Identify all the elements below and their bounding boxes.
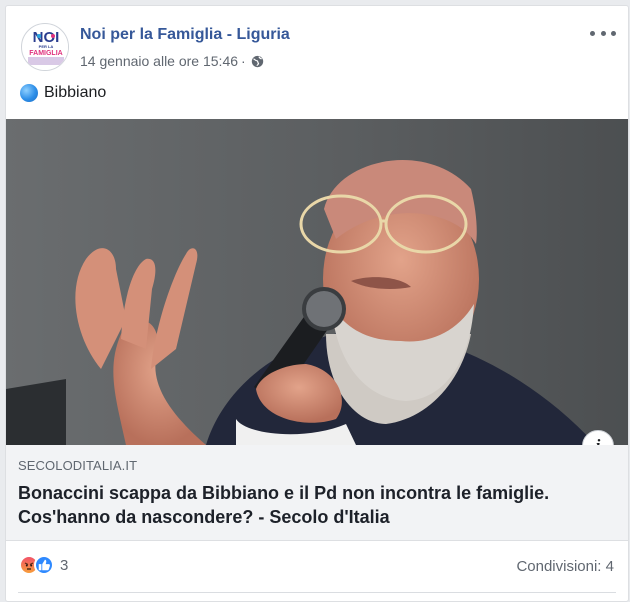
page-logo: NOI PER LA FAMIGLIA	[23, 25, 68, 70]
divider	[18, 592, 616, 593]
post-card: NOI PER LA FAMIGLIA Noi per la Famiglia …	[5, 5, 629, 602]
more-options-icon[interactable]	[590, 26, 616, 40]
page-avatar[interactable]: NOI PER LA FAMIGLIA	[21, 23, 69, 71]
post-footer: 3 Condivisioni: 4	[6, 546, 628, 586]
post-timestamp[interactable]: 14 gennaio alle ore 15:46	[80, 53, 238, 69]
link-domain: SECOLODITALIA.IT	[18, 458, 138, 473]
reaction-count: 3	[60, 556, 69, 574]
meta-separator: ·	[241, 53, 246, 69]
post-header: NOI PER LA FAMIGLIA Noi per la Famiglia …	[6, 6, 628, 84]
avatar-text-line2: PER LA	[39, 44, 54, 49]
like-reaction-icon	[34, 555, 54, 575]
reactions-summary[interactable]: 3	[19, 555, 68, 575]
link-preview-image[interactable]	[6, 119, 628, 445]
portrait-photo	[6, 119, 628, 445]
link-title[interactable]: Bonaccini scappa da Bibbiano e il Pd non…	[18, 481, 618, 529]
blue-circle-icon	[20, 84, 38, 102]
globe-icon[interactable]	[251, 55, 264, 68]
post-meta: 14 gennaio alle ore 15:46 ·	[80, 53, 264, 69]
post-text-content: Bibbiano	[44, 84, 107, 101]
page-name-link[interactable]: Noi per la Famiglia - Liguria	[80, 26, 290, 44]
avatar-text-line3: FAMIGLIA	[29, 50, 62, 57]
link-preview[interactable]: SECOLODITALIA.IT Bonaccini scappa da Bib…	[6, 445, 628, 541]
shares-count[interactable]: Condivisioni: 4	[516, 558, 614, 575]
post-text: Bibbiano	[20, 84, 106, 102]
